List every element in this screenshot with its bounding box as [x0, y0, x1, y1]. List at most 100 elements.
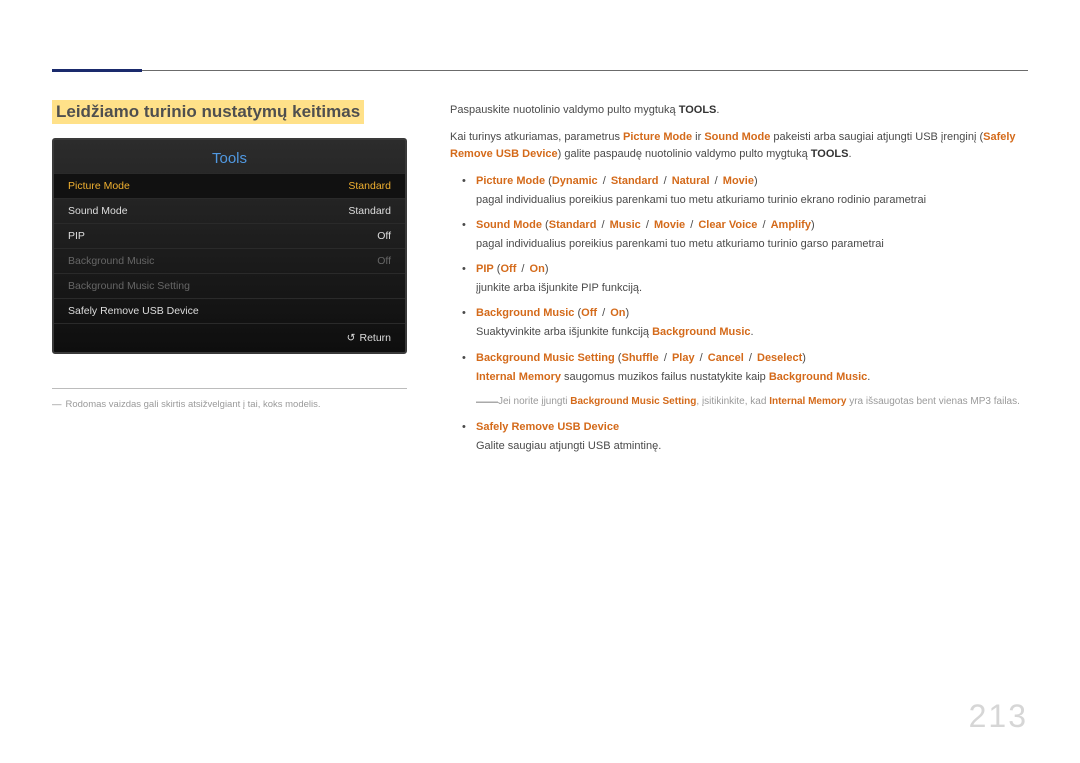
opt: Shuffle: [621, 352, 658, 364]
item-safely-remove: Safely Remove USB Device Galite saugiau …: [450, 419, 1028, 455]
text: ): [802, 352, 806, 364]
text: Kai turinys atkuriamas, parametrus: [450, 131, 623, 143]
keyword: Background Music: [652, 326, 750, 338]
opt: Standard: [549, 219, 597, 231]
keyword: Internal Memory: [769, 396, 846, 407]
item-background-music: Background Music (Off / On) Suaktyvinkit…: [450, 305, 1028, 341]
keyword: Internal Memory: [476, 371, 561, 383]
sep: /: [661, 352, 670, 364]
item-sound-mode: Sound Mode (Standard / Music / Movie / C…: [450, 217, 1028, 253]
right-column: Paspauskite nuotolinio valdymo pulto myg…: [450, 102, 1028, 463]
text: saugomus muzikos failus nustatykite kaip: [561, 371, 769, 383]
tools-row-background-music-setting: Background Music Setting: [54, 274, 405, 299]
text: .: [716, 104, 719, 116]
opt: Movie: [723, 175, 754, 187]
intro-line-2: Kai turinys atkuriamas, parametrus Pictu…: [450, 129, 1028, 163]
option-line: Sound Mode (Standard / Music / Movie / C…: [476, 217, 1028, 234]
sep: /: [598, 219, 607, 231]
text: .: [751, 326, 754, 338]
row-value: Off: [377, 255, 391, 267]
opt: On: [610, 307, 625, 319]
option-line: Background Music Setting (Shuffle / Play…: [476, 350, 1028, 367]
sep: /: [759, 219, 768, 231]
tools-row-picture-mode[interactable]: Picture Mode Standard: [54, 174, 405, 199]
tools-panel: Tools Picture Mode Standard Sound Mode S…: [52, 138, 407, 354]
option-desc: įjunkite arba išjunkite PIP funkciją.: [476, 280, 1028, 297]
section-title: Leidžiamo turinio nustatymų keitimas: [52, 100, 364, 124]
row-label: Background Music: [68, 255, 154, 267]
text: ): [811, 219, 815, 231]
opt: Movie: [654, 219, 685, 231]
keyword: Background Music: [769, 371, 867, 383]
top-rule-accent: [52, 69, 142, 72]
opt: Sound Mode: [476, 219, 542, 231]
sep: /: [712, 175, 721, 187]
sep: /: [599, 307, 608, 319]
opt: Cancel: [708, 352, 744, 364]
row-label: Picture Mode: [68, 180, 130, 192]
tools-keyword: TOOLS: [811, 148, 849, 160]
text: ): [545, 263, 549, 275]
left-divider: [52, 388, 407, 389]
opt: Off: [500, 263, 516, 275]
opt: Picture Mode: [476, 175, 545, 187]
text: ): [754, 175, 758, 187]
top-rule: [52, 70, 1028, 71]
text: (: [542, 219, 549, 231]
row-value: Off: [377, 230, 391, 242]
opt: Clear Voice: [698, 219, 757, 231]
warning-text: Jei norite įjungti Background Music Sett…: [498, 394, 1020, 410]
intro-line-1: Paspauskite nuotolinio valdymo pulto myg…: [450, 102, 1028, 119]
text: .: [867, 371, 870, 383]
tools-row-pip[interactable]: PIP Off: [54, 224, 405, 249]
page-number: 213: [969, 698, 1028, 735]
left-column: Leidžiamo turinio nustatymų keitimas Too…: [52, 100, 432, 410]
opt: Play: [672, 352, 695, 364]
sep: /: [746, 352, 755, 364]
detail-list: Picture Mode (Dynamic / Standard / Natur…: [450, 173, 1028, 385]
return-label: Return: [359, 332, 391, 344]
option-desc: Internal Memory saugomus muzikos failus …: [476, 369, 1028, 386]
option-line: Background Music (Off / On): [476, 305, 1028, 322]
sep: /: [661, 175, 670, 187]
warning-dash-icon: ―: [476, 394, 498, 408]
row-label: Sound Mode: [68, 205, 128, 217]
sep: /: [687, 219, 696, 231]
opt: Music: [610, 219, 641, 231]
row-label: Safely Remove USB Device: [68, 305, 199, 317]
row-label: PIP: [68, 230, 85, 242]
text: pakeisti arba saugiai atjungti USB įreng…: [770, 131, 983, 143]
opt: Dynamic: [552, 175, 598, 187]
opt: Deselect: [757, 352, 802, 364]
opt: Standard: [611, 175, 659, 187]
text: yra išsaugotas bent vienas MP3 failas.: [846, 396, 1019, 407]
return-icon: ↺: [347, 332, 356, 344]
option-desc: pagal individualius poreikius parenkami …: [476, 236, 1028, 253]
text: Paspauskite nuotolinio valdymo pulto myg…: [450, 104, 679, 116]
tools-row-safely-remove[interactable]: Safely Remove USB Device: [54, 299, 405, 324]
tools-panel-title: Tools: [54, 140, 405, 174]
text: Suaktyvinkite arba išjunkite funkciją: [476, 326, 652, 338]
opt: Background Music: [476, 307, 574, 319]
item-background-music-setting: Background Music Setting (Shuffle / Play…: [450, 350, 1028, 386]
row-value: Standard: [348, 180, 391, 192]
opt: Amplify: [771, 219, 811, 231]
tools-row-sound-mode[interactable]: Sound Mode Standard: [54, 199, 405, 224]
option-line: PIP (Off / On): [476, 261, 1028, 278]
detail-list-2: Safely Remove USB Device Galite saugiau …: [450, 419, 1028, 455]
text: ): [625, 307, 629, 319]
text: .: [848, 148, 851, 160]
option-line: Safely Remove USB Device: [476, 419, 1028, 436]
opt: Safely Remove USB Device: [476, 421, 619, 433]
item-pip: PIP (Off / On) įjunkite arba išjunkite P…: [450, 261, 1028, 297]
left-footnote: ―Rodomas vaizdas gali skirtis atsižvelgi…: [52, 399, 432, 410]
option-desc: Suaktyvinkite arba išjunkite funkciją Ba…: [476, 324, 1028, 341]
option-desc: pagal individualius poreikius parenkami …: [476, 192, 1028, 209]
sep: /: [600, 175, 609, 187]
tools-return[interactable]: ↺Return: [54, 324, 405, 352]
footnote-text: Rodomas vaizdas gali skirtis atsižvelgia…: [66, 399, 321, 410]
warning-note: ― Jei norite įjungti Background Music Se…: [450, 394, 1028, 410]
text: ir: [692, 131, 704, 143]
opt: On: [530, 263, 545, 275]
sound-mode-keyword: Sound Mode: [704, 131, 770, 143]
